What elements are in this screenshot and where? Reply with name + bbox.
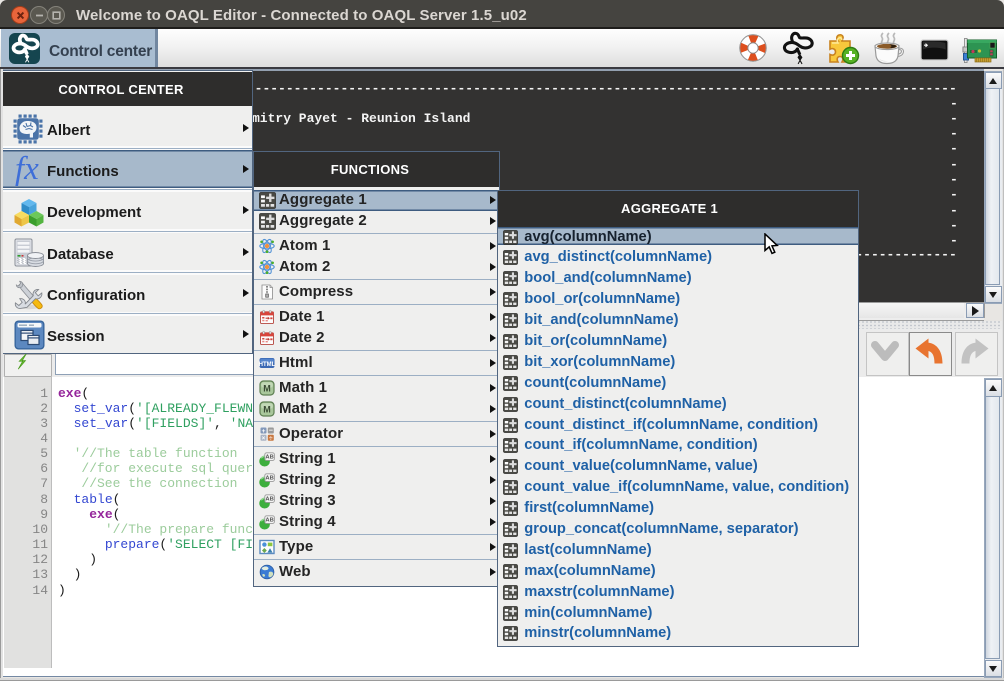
svg-text:AB: AB xyxy=(265,476,273,482)
svg-text:×: × xyxy=(262,436,266,442)
svg-text:AB: AB xyxy=(265,497,273,503)
svg-text:AB: AB xyxy=(265,455,273,461)
svg-text:HTML: HTML xyxy=(259,362,275,368)
svg-text:M: M xyxy=(263,405,271,415)
svg-text:M: M xyxy=(263,384,271,394)
svg-text:÷: ÷ xyxy=(269,435,273,442)
svg-text:−: − xyxy=(269,428,273,435)
svg-text:AB: AB xyxy=(265,518,273,524)
svg-text:+: + xyxy=(262,428,266,435)
